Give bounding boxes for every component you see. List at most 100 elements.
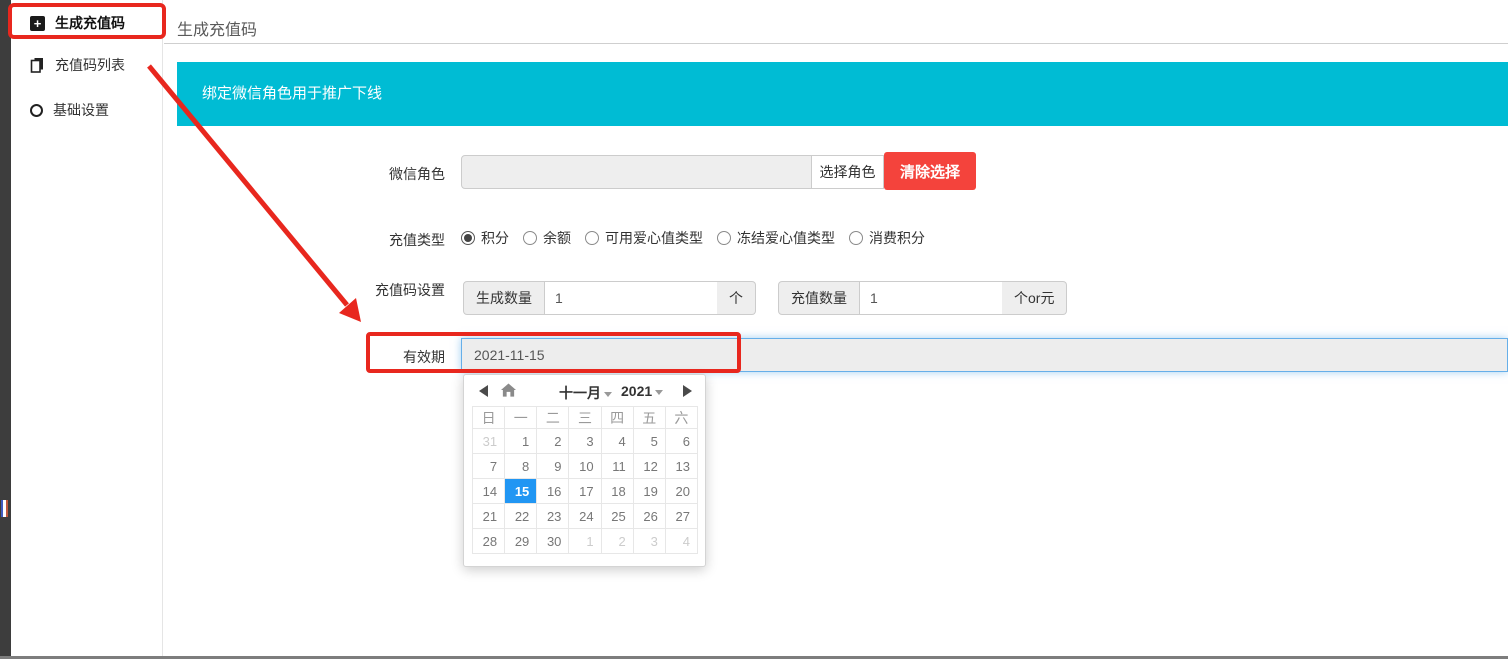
radio-option-points[interactable]: 积分	[461, 228, 509, 248]
app-window: 生成充值码 充值码列表 基础设置 生成充值码 绑定微信角色用于推广下线 微信角色…	[0, 0, 1508, 660]
calendar-day[interactable]: 3	[569, 429, 601, 454]
calendar-day[interactable]: 3	[633, 529, 665, 554]
month-selector[interactable]: 十一月	[559, 383, 612, 403]
code-settings-label: 充值码设置	[357, 280, 445, 300]
date-picker-header: 十一月 2021	[464, 375, 705, 406]
sidebar-item-code-list[interactable]: 充值码列表	[11, 52, 163, 78]
chevron-down-icon	[604, 392, 612, 397]
weekday-header: 日	[473, 407, 505, 429]
sidebar-item-generate-code[interactable]: 生成充值码	[11, 10, 163, 36]
calendar-day[interactable]: 8	[505, 454, 537, 479]
calendar-week-row: 28 29 30 1 2 3 4	[473, 529, 698, 554]
weekday-header: 五	[633, 407, 665, 429]
select-role-button[interactable]: 选择角色	[811, 155, 884, 189]
calendar-day[interactable]: 26	[633, 504, 665, 529]
calendar-day[interactable]: 7	[473, 454, 505, 479]
calendar-day[interactable]: 2	[601, 529, 633, 554]
weekday-header: 六	[665, 407, 697, 429]
year-selector[interactable]: 2021	[621, 383, 663, 399]
calendar-week-row: 21 22 23 24 25 26 27	[473, 504, 698, 529]
generate-quantity-unit: 个	[717, 281, 756, 315]
radio-option-consume-points[interactable]: 消费积分	[849, 228, 925, 248]
wechat-role-input[interactable]	[461, 155, 812, 189]
plus-square-icon	[30, 16, 45, 31]
sidebar-item-basic-settings[interactable]: 基础设置	[11, 97, 163, 123]
browser-edge-strip	[0, 0, 11, 657]
next-month-icon[interactable]	[683, 385, 692, 397]
calendar-day[interactable]: 2	[537, 429, 569, 454]
calendar-day[interactable]: 4	[601, 429, 633, 454]
calendar-day[interactable]: 1	[569, 529, 601, 554]
radio-label: 可用爱心值类型	[605, 228, 703, 248]
calendar-day[interactable]: 21	[473, 504, 505, 529]
calendar-week-row: 7 8 9 10 11 12 13	[473, 454, 698, 479]
calendar-day[interactable]: 18	[601, 479, 633, 504]
calendar-day[interactable]: 24	[569, 504, 601, 529]
window-bottom-border	[0, 656, 1508, 659]
calendar-day[interactable]: 22	[505, 504, 537, 529]
weekday-header: 三	[569, 407, 601, 429]
circle-icon	[30, 104, 43, 117]
calendar-day[interactable]: 5	[633, 429, 665, 454]
radio-label: 积分	[481, 228, 509, 248]
calendar-day[interactable]: 19	[633, 479, 665, 504]
chevron-down-icon	[655, 390, 663, 395]
weekday-header: 一	[505, 407, 537, 429]
edge-widget	[1, 500, 8, 517]
sidebar: 生成充值码 充值码列表 基础设置	[11, 0, 163, 657]
calendar-weekday-row: 日 一 二 三 四 五 六	[473, 407, 698, 429]
sidebar-item-label: 生成充值码	[55, 13, 125, 33]
radio-option-frozen-love-value[interactable]: 冻结爱心值类型	[717, 228, 835, 248]
calendar-day[interactable]: 16	[537, 479, 569, 504]
recharge-quantity-input[interactable]	[860, 281, 1002, 315]
clear-selection-button[interactable]: 清除选择	[884, 152, 976, 190]
calendar-day[interactable]: 10	[569, 454, 601, 479]
calendar-day[interactable]: 28	[473, 529, 505, 554]
calendar-day[interactable]: 29	[505, 529, 537, 554]
weekday-header: 四	[601, 407, 633, 429]
recharge-type-label: 充值类型	[361, 230, 445, 250]
radio-label: 冻结爱心值类型	[737, 228, 835, 248]
calendar-day[interactable]: 14	[473, 479, 505, 504]
radio-option-balance[interactable]: 余额	[523, 228, 571, 248]
generate-quantity-input[interactable]	[545, 281, 717, 315]
month-label: 十一月	[559, 385, 601, 401]
calendar-day-selected[interactable]: 15	[505, 479, 537, 504]
calendar-day[interactable]: 13	[665, 454, 697, 479]
calendar-day[interactable]: 27	[665, 504, 697, 529]
calendar-day[interactable]: 17	[569, 479, 601, 504]
panel-header-title: 绑定微信角色用于推广下线	[177, 62, 1508, 126]
radio-icon	[585, 231, 599, 245]
year-label: 2021	[621, 383, 652, 399]
calendar-week-row: 31 1 2 3 4 5 6	[473, 429, 698, 454]
copy-icon	[30, 57, 45, 73]
generate-quantity-group: 生成数量 个	[463, 281, 756, 315]
calendar-day[interactable]: 23	[537, 504, 569, 529]
page-title: 生成充值码	[177, 16, 257, 40]
prev-month-icon[interactable]	[479, 385, 488, 397]
calendar-week-row: 14 15 16 17 18 19 20	[473, 479, 698, 504]
calendar-day[interactable]: 11	[601, 454, 633, 479]
validity-label: 有效期	[361, 347, 445, 367]
date-picker-popup: 十一月 2021 日 一 二 三 四 五 六 31 1 2 3 4 5 6	[463, 374, 706, 567]
calendar-day[interactable]: 12	[633, 454, 665, 479]
recharge-quantity-group: 充值数量 个or元	[778, 281, 1067, 315]
radio-option-available-love-value[interactable]: 可用爱心值类型	[585, 228, 703, 248]
home-icon[interactable]	[501, 383, 516, 402]
calendar-day[interactable]: 30	[537, 529, 569, 554]
recharge-quantity-unit: 个or元	[1002, 281, 1067, 315]
calendar-day[interactable]: 1	[505, 429, 537, 454]
recharge-quantity-addon: 充值数量	[778, 281, 860, 315]
radio-icon	[461, 231, 475, 245]
title-separator	[164, 43, 1508, 44]
weekday-header: 二	[537, 407, 569, 429]
calendar-day[interactable]: 20	[665, 479, 697, 504]
calendar-day[interactable]: 9	[537, 454, 569, 479]
calendar-day[interactable]: 31	[473, 429, 505, 454]
calendar-day[interactable]: 6	[665, 429, 697, 454]
calendar-day[interactable]: 4	[665, 529, 697, 554]
validity-date-input[interactable]	[461, 338, 1508, 372]
sidebar-item-label: 充值码列表	[55, 55, 125, 75]
generate-quantity-addon: 生成数量	[463, 281, 545, 315]
calendar-day[interactable]: 25	[601, 504, 633, 529]
